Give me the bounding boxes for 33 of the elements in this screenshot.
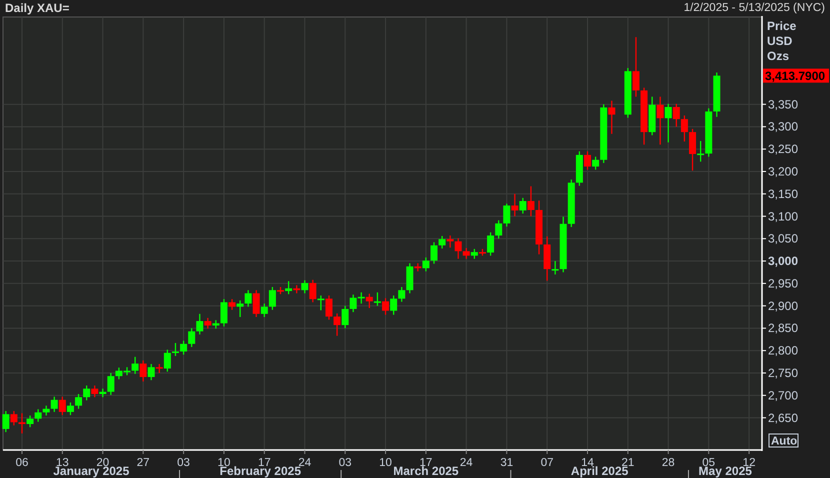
axis-title: USD bbox=[767, 34, 792, 48]
y-axis-label: 2,700 bbox=[768, 388, 798, 402]
x-axis-label: 24 bbox=[298, 457, 312, 469]
x-axis-label: 06 bbox=[16, 457, 28, 469]
last-price-tag: 3,413.7900 bbox=[763, 68, 829, 84]
x-axis-label: 17 bbox=[258, 457, 271, 469]
y-axis-label: 2,850 bbox=[768, 321, 798, 336]
x-axis-label: 03 bbox=[177, 457, 190, 469]
y-axis-label: 3,000 bbox=[768, 254, 798, 268]
y-axis-label: 2,900 bbox=[768, 298, 798, 313]
x-axis-label: 28 bbox=[662, 457, 675, 469]
y-axis-label: 3,050 bbox=[768, 232, 798, 246]
x-axis-label: 10 bbox=[379, 457, 392, 469]
y-axis-label: 3,350 bbox=[768, 97, 798, 112]
auto-button[interactable]: Auto bbox=[768, 434, 798, 448]
y-axis-label: 2,800 bbox=[768, 344, 798, 358]
x-axis-label: 31 bbox=[500, 457, 514, 469]
y-axis-label: 3,300 bbox=[768, 120, 798, 134]
axis-title: Ozs bbox=[767, 49, 790, 63]
x-axis-label: 03 bbox=[338, 457, 352, 469]
date-range: 1/2/2025 - 5/13/2025 (NYC) bbox=[684, 2, 825, 14]
y-axis-label: 3,200 bbox=[768, 164, 798, 178]
axis-title: Price bbox=[767, 19, 796, 33]
x-axis-label: 24 bbox=[460, 457, 473, 469]
y-axis-label: 3,150 bbox=[768, 186, 798, 201]
y-axis-label: 2,650 bbox=[768, 410, 798, 425]
x-axis-label: 07 bbox=[540, 457, 554, 469]
y-axis-label: 2,950 bbox=[768, 276, 798, 290]
y-axis-label: 3,250 bbox=[768, 142, 798, 156]
chart-title: Daily XAU= bbox=[5, 1, 70, 15]
y-axis-label: 3,100 bbox=[768, 209, 798, 224]
y-axis-label: 2,750 bbox=[768, 366, 798, 380]
x-axis-label: 27 bbox=[136, 457, 150, 469]
